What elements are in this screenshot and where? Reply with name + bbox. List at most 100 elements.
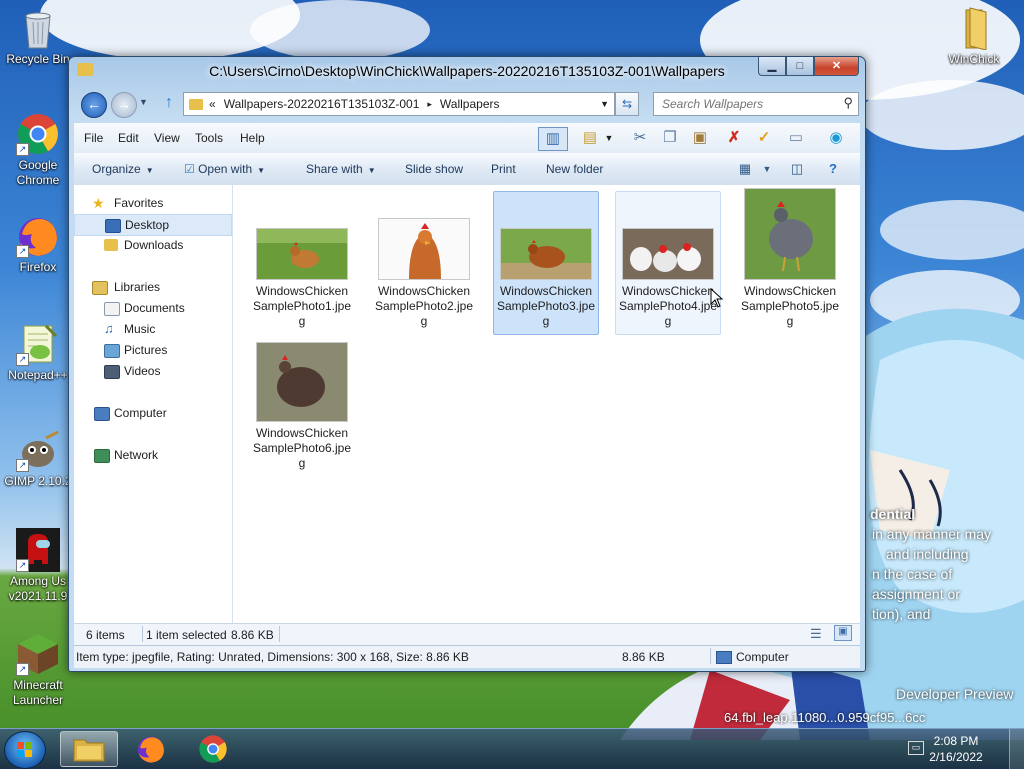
thumbnail-view-icon[interactable]: ▣ — [834, 625, 852, 641]
documents-icon — [104, 302, 120, 316]
file-item[interactable]: WindowsChickenSamplePhoto2.jpeg — [371, 191, 477, 335]
forward-button[interactable]: → — [111, 92, 137, 118]
breadcrumb-segment[interactable]: Wallpapers-20220216T135103Z-001 — [224, 97, 420, 111]
nav-documents[interactable]: Documents — [74, 298, 230, 318]
file-item-hovered[interactable]: WindowsChickenSamplePhoto4.jpeg — [615, 191, 721, 335]
nav-downloads[interactable]: Downloads — [74, 235, 230, 255]
gimp-icon: ↗ — [16, 428, 60, 472]
menu-tools[interactable]: Tools — [195, 131, 223, 145]
image-thumbnail — [378, 218, 470, 280]
refresh-button[interactable]: ⇆ — [615, 92, 639, 116]
nav-videos[interactable]: Videos — [74, 361, 230, 381]
paste-icon[interactable]: ▣ — [686, 127, 714, 149]
file-item[interactable]: WindowsChickenSamplePhoto5.jpeg — [737, 188, 843, 335]
image-thumbnail — [622, 228, 714, 280]
watermark-build: Developer Preview — [896, 686, 1014, 702]
nav-label: Documents — [124, 301, 185, 315]
file-item[interactable]: WindowsChickenSamplePhoto6.jpeg — [249, 335, 355, 479]
properties-icon[interactable]: ▤ — [576, 127, 604, 149]
network-tray-icon[interactable]: ▭ — [908, 741, 924, 755]
menu-file[interactable]: File — [84, 131, 103, 145]
nav-music[interactable]: ♫ Music — [74, 319, 230, 339]
view-options-icon[interactable]: ▦ — [734, 159, 756, 179]
checkmark-icon[interactable]: ✓ — [750, 127, 778, 149]
recent-pages-dropdown[interactable]: ▼ — [139, 97, 148, 107]
layout-pane-icon[interactable]: ▥ — [538, 127, 568, 151]
nav-favorites[interactable]: ★ Favorites — [74, 193, 230, 213]
chevron-down-icon[interactable]: ▼ — [600, 99, 609, 109]
search-box[interactable]: ⚲ — [653, 92, 859, 116]
taskbar-explorer-button[interactable] — [60, 731, 118, 767]
breadcrumb-separator[interactable]: ▸ — [427, 99, 432, 110]
maximize-button[interactable]: □ — [786, 57, 814, 76]
file-list-area[interactable]: WindowsChickenSamplePhoto1.jpeg WindowsC… — [233, 185, 860, 623]
shortcut-arrow-icon: ↗ — [16, 559, 29, 572]
search-input[interactable] — [660, 96, 834, 112]
desktop-icon-among-us[interactable]: ↗ Among Us v2021.11.9 — [2, 528, 74, 604]
nav-libraries[interactable]: Libraries — [74, 277, 230, 297]
menu-view[interactable]: View — [154, 131, 180, 145]
folder-icon — [189, 98, 203, 110]
nav-pictures[interactable]: Pictures — [74, 340, 230, 360]
slide-show-button[interactable]: Slide show — [405, 162, 463, 176]
nav-network[interactable]: Network — [74, 445, 230, 465]
open-with-label: Open with — [198, 162, 253, 176]
minimize-button[interactable]: ▁ — [758, 57, 786, 76]
nav-label: Computer — [114, 406, 167, 420]
file-item-selected[interactable]: WindowsChickenSamplePhoto3.jpeg — [493, 191, 599, 335]
print-button[interactable]: Print — [491, 162, 516, 176]
chevron-down-icon[interactable]: ▼ — [756, 159, 778, 179]
rename-icon[interactable]: ▭ — [782, 127, 810, 149]
desktop-icon-recycle-bin[interactable]: Recycle Bin — [2, 6, 74, 67]
menu-edit[interactable]: Edit — [118, 131, 139, 145]
breadcrumb-overflow[interactable]: « — [209, 97, 216, 111]
show-desktop-button[interactable] — [1009, 729, 1024, 769]
address-bar[interactable]: « Wallpapers-20220216T135103Z-001 ▸ Wall… — [183, 92, 615, 116]
desktop-icon-gimp[interactable]: ↗ GIMP 2.10.2 — [2, 428, 74, 489]
back-button[interactable]: ← — [81, 92, 107, 118]
search-icon[interactable]: ⚲ — [843, 95, 853, 111]
file-name: WindowsChickenSamplePhoto3.jpeg — [496, 284, 596, 328]
details-view-icon[interactable]: ☰ — [810, 626, 822, 642]
desktop-icon-winchick-folder[interactable]: WinChick — [938, 6, 1010, 67]
copy-icon[interactable]: ❐ — [656, 127, 684, 149]
up-level-button[interactable]: ↑ — [165, 94, 173, 112]
new-folder-button[interactable]: New folder — [546, 162, 603, 176]
window-title: C:\Users\Cirno\Desktop\WinChick\Wallpape… — [209, 63, 725, 79]
menu-help[interactable]: Help — [240, 131, 265, 145]
chrome-icon: ↗ — [16, 112, 60, 156]
desktop-icon-firefox[interactable]: ↗ Firefox — [2, 214, 74, 275]
firefox-icon — [138, 736, 164, 763]
pictures-icon — [104, 344, 120, 358]
nav-desktop[interactable]: Desktop — [74, 214, 232, 236]
desktop-icon-minecraft-launcher[interactable]: ↗ Minecraft Launcher — [2, 632, 74, 708]
start-button[interactable] — [4, 731, 46, 769]
organize-button[interactable]: Organize ▼ — [92, 162, 154, 176]
close-button[interactable]: ✕ — [814, 57, 859, 76]
system-clock[interactable]: 2:08 PM 2/16/2022 — [926, 733, 986, 765]
taskbar-firefox-button[interactable] — [124, 731, 180, 765]
desktop-icon-google-chrome[interactable]: ↗ Google Chrome — [2, 112, 74, 188]
file-item[interactable]: WindowsChickenSamplePhoto1.jpeg — [249, 191, 355, 335]
refresh-icon: ⇆ — [621, 97, 633, 111]
share-with-button[interactable]: Share with ▼ — [306, 162, 376, 176]
cut-icon[interactable]: ✂ — [626, 127, 654, 149]
explorer-window[interactable]: C:\Users\Cirno\Desktop\WinChick\Wallpape… — [68, 56, 866, 672]
desktop-icon-notepad-plus-plus[interactable]: ↗ Notepad++ — [2, 322, 74, 383]
chevron-down-icon[interactable]: ▼ — [602, 127, 616, 149]
chevron-down-icon: ▼ — [367, 166, 376, 175]
taskbar-chrome-button[interactable] — [186, 731, 242, 765]
item-location: Computer — [736, 650, 789, 664]
help-icon[interactable]: ? — [822, 159, 844, 179]
open-with-button[interactable]: ☑ Open with ▼ — [184, 162, 265, 176]
globe-icon[interactable]: ◉ — [822, 127, 850, 149]
windows-logo-icon — [17, 742, 33, 758]
videos-icon — [104, 365, 120, 379]
file-name: WindowsChickenSamplePhoto4.jpeg — [618, 284, 718, 328]
breadcrumb-segment[interactable]: Wallpapers — [440, 97, 500, 111]
nav-computer[interactable]: Computer — [74, 403, 230, 423]
preview-pane-icon[interactable]: ◫ — [786, 159, 808, 179]
nav-label: Downloads — [124, 238, 184, 252]
watermark-line: in any manner may — [872, 526, 992, 542]
delete-icon[interactable]: ✗ — [720, 127, 748, 149]
